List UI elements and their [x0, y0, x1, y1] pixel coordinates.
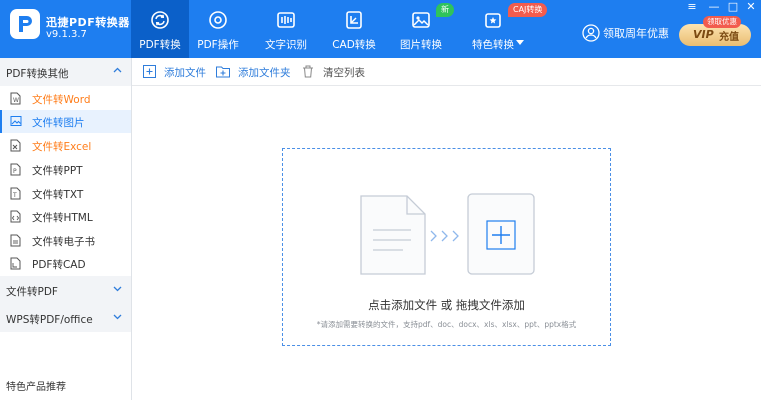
svg-text:T: T	[12, 192, 17, 199]
html-file-icon	[10, 210, 21, 223]
excel-file-icon	[10, 139, 21, 152]
section-wps-to-pdf[interactable]: WPS转PDF/office	[0, 304, 131, 332]
chevron-up-icon	[113, 67, 122, 73]
caj-badge: CAJ转换	[508, 3, 548, 17]
sidebar-item-label: 文件转HTML	[32, 212, 93, 224]
special-convert-icon	[485, 13, 501, 28]
sidebar-item-to-ppt[interactable]: P 文件转PPT	[0, 158, 131, 181]
file-drop-zone[interactable]: 点击添加文件 或 拖拽文件添加 *请添加需要转换的文件，支持pdf、doc、do…	[282, 148, 611, 346]
chevron-down-icon	[113, 314, 122, 320]
sidebar-item-to-txt[interactable]: T 文件转TXT	[0, 182, 131, 205]
minimize-button[interactable]: —	[706, 1, 722, 15]
add-folder-icon	[216, 66, 230, 78]
toolbar: 添加文件 添加文件夹 清空列表	[132, 58, 761, 86]
image-file-icon	[10, 116, 22, 126]
sidebar-item-label: 文件转图片	[32, 117, 85, 129]
gear-doc-icon	[209, 11, 227, 29]
section-title: WPS转PDF/office	[6, 314, 93, 326]
word-file-icon: W	[10, 92, 21, 105]
txt-file-icon: T	[10, 187, 21, 200]
top-bar: 迅捷PDF转换器 v9.1.3.7 PDF转换 PDF操作 文字识别 CAD转换…	[0, 0, 761, 58]
image-icon	[412, 12, 430, 28]
cad-icon	[346, 11, 362, 29]
section-title: PDF转换其他	[6, 68, 69, 80]
app-name: 迅捷PDF转换器	[46, 16, 130, 29]
document-icon	[360, 195, 426, 275]
section-pdf-convert-other[interactable]: PDF转换其他	[0, 58, 131, 86]
trash-icon	[303, 65, 313, 78]
sidebar-item-label: 文件转Word	[32, 94, 91, 106]
sidebar-item-to-word[interactable]: W 文件转Word	[0, 87, 131, 110]
tab-ocr[interactable]: 文字识别	[257, 0, 315, 58]
app-version: v9.1.3.7	[46, 29, 87, 40]
sidebar-item-to-excel[interactable]: 文件转Excel	[0, 134, 131, 157]
section-file-to-pdf[interactable]: 文件转PDF	[0, 276, 131, 304]
menu-button[interactable]: ≡	[684, 1, 700, 15]
tab-pdf-operate[interactable]: PDF操作	[189, 0, 247, 58]
clear-list-label: 清空列表	[323, 67, 365, 79]
vip-promo-tag: 领取优惠	[703, 16, 741, 28]
sidebar-item-to-ebook[interactable]: 文件转电子书	[0, 229, 131, 252]
sidebar-item-label: 文件转电子书	[32, 236, 95, 248]
ebook-file-icon	[10, 234, 21, 247]
chevron-down-icon	[113, 286, 122, 292]
app-logo-icon	[10, 9, 40, 39]
ocr-icon	[277, 12, 295, 28]
tab-cad[interactable]: CAD转换	[325, 0, 383, 58]
tab-label: PDF操作	[197, 39, 239, 51]
anniversary-promo-link[interactable]: 领取周年优惠	[603, 25, 669, 41]
dropzone-supported-formats: *请添加需要转换的文件，支持pdf、doc、docx、xls、xlsx、ppt、…	[316, 320, 577, 329]
section-title: 文件转PDF	[6, 286, 58, 298]
caret-down-icon	[516, 40, 524, 45]
sidebar: PDF转换其他 W 文件转Word 文件转图片 文件转Excel P 文件转PP…	[0, 58, 132, 400]
svg-text:P: P	[13, 168, 17, 175]
sidebar-item-label: PDF转CAD	[32, 259, 86, 271]
ppt-file-icon: P	[10, 163, 21, 176]
add-folder-label: 添加文件夹	[238, 67, 291, 79]
maximize-button[interactable]: □	[725, 1, 741, 15]
tab-label: CAD转换	[332, 39, 376, 51]
sidebar-item-to-html[interactable]: 文件转HTML	[0, 205, 131, 228]
svg-text:W: W	[13, 97, 19, 104]
refresh-convert-icon	[151, 11, 169, 29]
tab-pdf-convert[interactable]: PDF转换	[131, 0, 189, 58]
close-button[interactable]: ✕	[743, 1, 759, 15]
add-file-icon	[143, 65, 156, 78]
add-file-label: 添加文件	[164, 67, 206, 79]
dropzone-instruction: 点击添加文件 或 拖拽文件添加	[368, 298, 525, 312]
arrows-right-icon	[430, 230, 459, 242]
sidebar-item-label: 文件转TXT	[32, 189, 84, 201]
sidebar-item-label: 文件转PPT	[32, 165, 83, 177]
add-file-plus-icon	[467, 193, 535, 275]
cad-file-icon	[10, 257, 21, 270]
tab-label: 图片转换	[400, 39, 442, 51]
tab-label: 文字识别	[265, 39, 307, 51]
sidebar-item-pdf-to-cad[interactable]: PDF转CAD	[0, 252, 131, 275]
sidebar-item-label: 文件转Excel	[32, 141, 92, 153]
vip-text: VIP	[693, 28, 714, 41]
user-icon	[582, 24, 600, 42]
sidebar-item-to-image[interactable]: 文件转图片	[0, 110, 131, 133]
vip-action: 充值	[719, 32, 739, 43]
new-badge: 新	[436, 3, 454, 17]
featured-products-label: 特色产品推荐	[6, 382, 66, 393]
